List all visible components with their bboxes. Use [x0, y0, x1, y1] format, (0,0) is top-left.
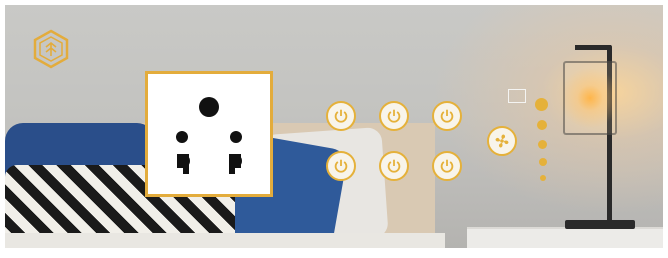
fan-button[interactable] — [487, 126, 517, 156]
power-icon — [440, 159, 454, 173]
switch-6-button[interactable] — [432, 151, 462, 181]
power-socket-icon — [176, 97, 242, 174]
lamp-shade — [563, 61, 617, 135]
fan-speed-level-4[interactable] — [537, 120, 547, 130]
socket-panel[interactable] — [145, 71, 273, 197]
fan-speed-level-2[interactable] — [539, 158, 547, 166]
regulator-indicator-box — [508, 89, 526, 103]
power-icon — [334, 159, 348, 173]
switch-5-button[interactable] — [379, 151, 409, 181]
power-icon — [440, 109, 454, 123]
fan-speed-level-3[interactable] — [538, 140, 547, 149]
switch-1-button[interactable] — [326, 101, 356, 131]
lamp-top-arm — [575, 45, 611, 50]
switch-4-button[interactable] — [326, 151, 356, 181]
fan-icon — [495, 134, 509, 148]
power-icon — [387, 159, 401, 173]
power-icon — [387, 109, 401, 123]
fan-speed-level-5[interactable] — [535, 98, 548, 111]
nightstand — [467, 227, 663, 248]
bedroom-scene — [5, 5, 663, 248]
blanket — [5, 233, 445, 248]
fan-speed-level-1[interactable] — [540, 175, 546, 181]
switch-3-button[interactable] — [432, 101, 462, 131]
switch-2-button[interactable] — [379, 101, 409, 131]
lamp-base — [565, 220, 635, 229]
power-icon — [334, 109, 348, 123]
hexagon-logo-icon — [31, 29, 71, 69]
